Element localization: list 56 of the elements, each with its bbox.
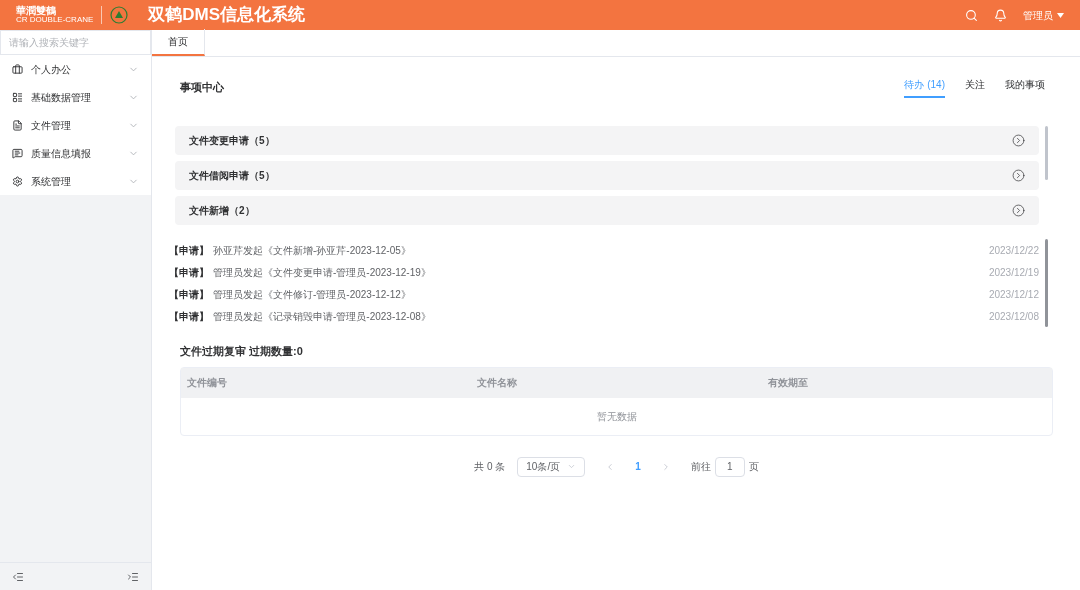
- logo-subtext: CR DOUBLE-CRANE: [16, 16, 94, 24]
- item-tag: 【申请】: [169, 308, 209, 324]
- menu-item[interactable]: 质量信息填报: [0, 139, 151, 167]
- column-header: 文件名称: [476, 376, 519, 390]
- app-title: 双鹤DMS信息化系统: [148, 4, 306, 27]
- goto-label: 前往: [690, 460, 711, 474]
- menu-icon: [12, 175, 23, 187]
- section-title: 文件过期复审 过期数量:0: [180, 344, 304, 359]
- search-icon[interactable]: [965, 8, 978, 22]
- group-row[interactable]: 文件新增（2）: [175, 196, 1039, 225]
- menu-item[interactable]: 系统管理: [0, 167, 151, 195]
- arrow-circle-icon: [1012, 134, 1025, 147]
- page-tab[interactable]: 首页: [152, 29, 205, 56]
- item-date: 2023/12/12: [988, 287, 1039, 302]
- expand-icon[interactable]: [127, 570, 139, 583]
- task-tab[interactable]: 关注: [965, 76, 985, 98]
- item-link[interactable]: 管理员发起《文件变更申请-管理员-2023-12-19》: [213, 264, 431, 280]
- page-input[interactable]: 1: [714, 456, 745, 477]
- item-date: 2023/12/08: [988, 309, 1039, 324]
- group-label: 文件借阅申请（5）: [189, 169, 275, 183]
- logo-text: 華潤雙鶴: [16, 6, 56, 16]
- menu-icon: [12, 147, 23, 159]
- group-row[interactable]: 文件借阅申请（5）: [175, 161, 1039, 190]
- section-title: 事项中心: [180, 79, 224, 95]
- caret-icon: [1057, 12, 1064, 18]
- item-link[interactable]: 管理员发起《文件修订-管理员-2023-12-12》: [213, 286, 411, 302]
- page-size-select[interactable]: 10条/页: [517, 456, 586, 477]
- arrow-circle-icon: [1012, 169, 1025, 182]
- item-tag: 【申请】: [169, 264, 209, 280]
- item-tag: 【申请】: [169, 286, 209, 302]
- column-header: 有效期至: [766, 376, 809, 390]
- group-row[interactable]: 文件变更申请（5）: [175, 126, 1039, 155]
- collapse-icon[interactable]: [12, 570, 24, 583]
- menu-icon: [12, 91, 23, 103]
- bell-icon[interactable]: [994, 8, 1007, 22]
- item-tag: 【申请】: [169, 242, 209, 258]
- arrow-circle-icon: [1012, 204, 1025, 217]
- task-tab[interactable]: 我的事项: [1005, 76, 1045, 98]
- column-header: 文件编号: [186, 376, 228, 390]
- group-label: 文件新增（2）: [189, 204, 255, 218]
- item-date: 2023/12/19: [988, 265, 1039, 280]
- scrollbar: [1045, 126, 1048, 180]
- item-date: 2023/12/22: [988, 243, 1039, 258]
- item-link[interactable]: 孙亚芹发起《文件新增-孙亚芹-2023-12-05》: [213, 242, 411, 258]
- item-link[interactable]: 管理员发起《记录销毁申请-管理员-2023-12-08》: [213, 308, 431, 324]
- empty-text: 暂无数据: [596, 409, 637, 424]
- menu-icon: [12, 119, 23, 131]
- goto-suffix: 页: [748, 460, 759, 474]
- menu-item[interactable]: 文件管理: [0, 111, 151, 139]
- group-label: 文件变更申请（5）: [189, 134, 275, 148]
- search-field[interactable]: 请输入搜索关键字: [0, 30, 151, 55]
- menu-item[interactable]: 基础数据管理: [0, 83, 151, 111]
- menu-icon: [12, 63, 23, 75]
- total-count: 共 0 条: [474, 460, 506, 474]
- chevron-icon: [567, 462, 577, 471]
- menu-item[interactable]: 个人办公: [0, 55, 151, 83]
